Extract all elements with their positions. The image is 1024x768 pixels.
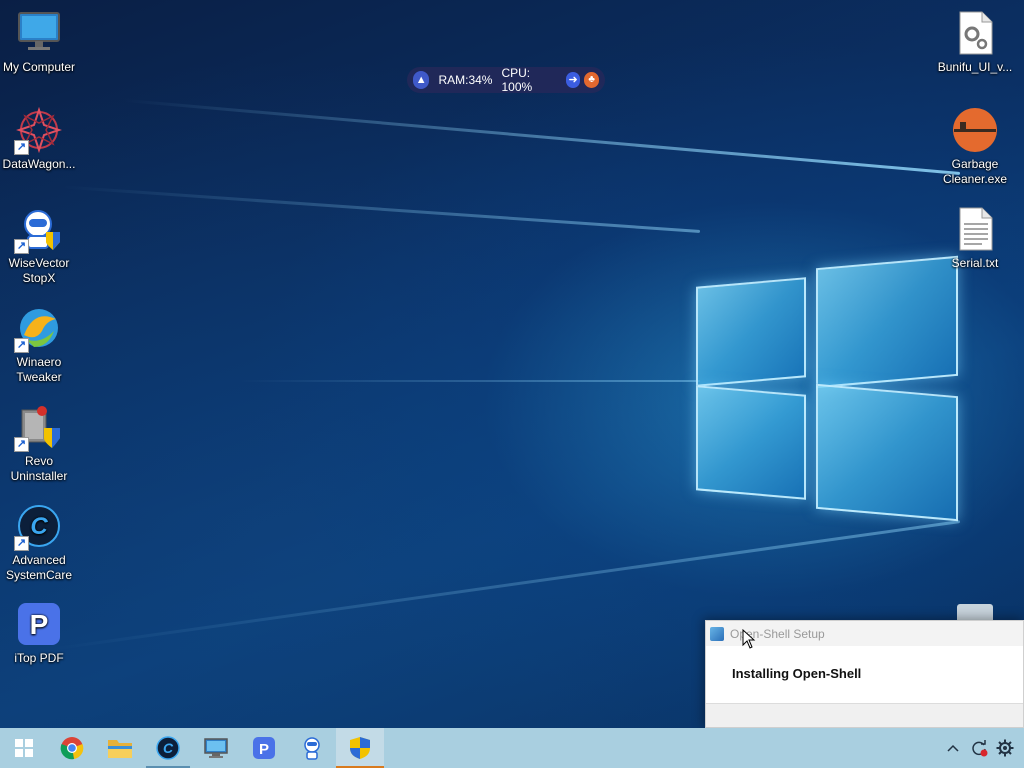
desktop-icon-label: WiseVector StopX [8, 256, 70, 285]
desktop-icon-advanced-systemcare[interactable]: C ↗ Advanced SystemCare [0, 503, 78, 583]
desktop-icon-my-computer[interactable]: My Computer [0, 10, 78, 75]
desktop-icon-label: Revo Uninstaller [10, 454, 68, 483]
desktop-icon-wisevector[interactable]: ↗ WiseVector StopX [0, 206, 78, 286]
remote-desktop-icon [204, 738, 228, 758]
winaero-icon: ↗ [14, 305, 62, 353]
bell-icon[interactable]: ♣ [584, 72, 599, 88]
taskbar-wisevector[interactable] [288, 728, 336, 768]
desktop-icon-winaero[interactable]: ↗ Winaero Tweaker [0, 305, 78, 385]
wallpaper-beam [61, 185, 701, 233]
wisevector-icon [304, 737, 320, 760]
windows-logo-icon [15, 739, 33, 757]
wallpaper-beam [240, 380, 700, 382]
itop-pdf-icon: P [253, 737, 275, 759]
ram-usage: RAM:34% [438, 73, 493, 87]
wallpaper-logo-pane [696, 277, 806, 387]
desktop-icon-label: Winaero Tweaker [16, 355, 62, 384]
open-shell-icon [710, 626, 724, 641]
svg-text:P: P [30, 609, 49, 640]
desktop[interactable]: My Computer ↗ DataWagon... ↗ WiseVector … [0, 0, 1024, 728]
desktop-icon-serial-txt[interactable]: Serial.txt [936, 206, 1014, 271]
desktop-icon-label: Garbage Cleaner.exe [942, 157, 1008, 186]
sync-icon[interactable] [966, 728, 992, 768]
svg-text:C: C [30, 513, 48, 540]
datawagon-icon: ↗ [14, 106, 63, 155]
hidden-desktop-icon[interactable] [957, 604, 993, 620]
taskbar: C P [0, 728, 1024, 768]
shortcut-arrow-icon: ↗ [14, 536, 29, 551]
wallpaper-logo-pane [816, 255, 958, 389]
revo-uninstaller-icon: ↗ [14, 404, 62, 452]
desktop-icon-itop-pdf[interactable]: P iTop PDF [0, 601, 78, 666]
arrow-right-icon[interactable]: ➜ [565, 72, 581, 88]
monitor-icon [16, 10, 62, 56]
chrome-icon [60, 737, 84, 760]
mouse-cursor-icon [742, 629, 756, 649]
settings-file-icon [952, 10, 998, 56]
chevron-up-icon[interactable] [940, 728, 966, 768]
itop-pdf-icon: P [16, 601, 62, 647]
shortcut-arrow-icon: ↗ [14, 239, 29, 254]
desktop-icon-label: DataWagon... [2, 157, 76, 171]
wallpaper-beam [123, 98, 961, 175]
desktop-icon-bunifu[interactable]: Bunifu_UI_v... [936, 10, 1014, 75]
advanced-systemcare-icon: C [156, 736, 180, 760]
dialog-footer [706, 703, 1023, 727]
performance-monitor-widget[interactable]: ▲ RAM:34% CPU: 100% ➜ ♣ [407, 66, 605, 94]
shortcut-arrow-icon: ↗ [14, 140, 29, 155]
shield-icon [350, 737, 370, 759]
taskbar-advanced-systemcare[interactable]: C [144, 728, 192, 768]
advanced-systemcare-icon: C ↗ [14, 503, 62, 551]
install-status-text: Installing Open-Shell [732, 666, 862, 681]
desktop-icon-label: Serial.txt [951, 256, 999, 270]
garbage-cleaner-icon [952, 107, 998, 153]
shortcut-arrow-icon: ↗ [14, 437, 29, 452]
wisevector-icon: ↗ [14, 206, 62, 254]
desktop-icon-label: iTop PDF [14, 651, 64, 665]
cpu-usage: CPU: 100% [501, 66, 533, 94]
desktop-icon-label: Bunifu_UI_v... [937, 60, 1013, 74]
rocket-icon[interactable]: ▲ [413, 71, 430, 89]
system-tray [940, 728, 1018, 768]
wallpaper-logo-pane [816, 383, 958, 522]
gear-icon[interactable] [992, 728, 1018, 768]
folder-icon [108, 740, 132, 758]
wallpaper-logo-pane [696, 385, 806, 500]
shortcut-arrow-icon: ↗ [14, 338, 29, 353]
taskbar-itop-pdf[interactable]: P [240, 728, 288, 768]
start-button[interactable] [0, 728, 48, 768]
svg-text:P: P [259, 741, 269, 758]
taskbar-chrome[interactable] [48, 728, 96, 768]
desktop-icon-label: Advanced SystemCare [5, 553, 73, 582]
desktop-icon-label: My Computer [2, 60, 76, 74]
svg-text:C: C [163, 740, 174, 756]
taskbar-file-explorer[interactable] [96, 728, 144, 768]
desktop-icon-revo-uninstaller[interactable]: ↗ Revo Uninstaller [0, 404, 78, 484]
taskbar-open-shell-setup[interactable] [336, 728, 384, 768]
desktop-icon-datawagon[interactable]: ↗ DataWagon... [0, 106, 78, 172]
taskbar-remote-desktop[interactable] [192, 728, 240, 768]
text-file-icon [952, 206, 998, 252]
desktop-icon-garbage-cleaner[interactable]: Garbage Cleaner.exe [936, 107, 1014, 187]
